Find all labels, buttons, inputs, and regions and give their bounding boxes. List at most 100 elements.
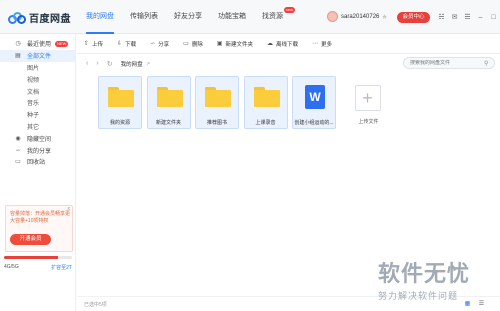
sidebar-item-label: 全部文件 [27,54,52,61]
open-vip-button[interactable]: 开通会员 [10,234,51,245]
main-nav: 我的网盘 传输列表 好友分享 功能宝箱 找资源 new [78,0,295,34]
top-bar: 百度网盘 我的网盘 传输列表 好友分享 功能宝箱 找资源 new sara2014… [0,0,500,34]
download-icon: ⇩ [117,41,123,47]
user-info[interactable]: sara20140726 ★ [327,11,388,22]
word-doc-icon: W [305,85,325,109]
storage-used-text: 4G/5G [4,264,19,270]
vip-center-button[interactable]: 会员中心 [397,12,430,23]
nav-label: 我的网盘 [86,13,114,20]
sidebar-item-my-shares[interactable]: ∽ 我的分享 [0,144,75,156]
nav-toolbox[interactable]: 功能宝箱 [210,0,254,34]
upload-file-tile[interactable]: + 上传文件 [347,76,391,129]
offline-download-button[interactable]: ☁ 离线下载 [267,40,298,48]
file-item[interactable]: W 创建小组运动的... [292,76,336,129]
sidebar-item-music[interactable]: 音乐 [0,97,75,109]
vip-promo-card: x 容量掉落：开通会员畅享更大容量+10项特权 开通会员 [5,205,73,252]
new-badge: NEW [55,40,69,47]
search-icon[interactable]: ⚲ [484,60,488,67]
list-view-icon[interactable]: ☰ [477,300,486,308]
cloud-logo-icon [8,11,26,24]
upload-button[interactable]: ⇧ 上传 [84,40,103,48]
more-icon: ⋯ [312,41,319,47]
sidebar-item-label: 图片 [27,65,40,72]
sidebar-item-label: 视频 [27,77,40,84]
nav-transfer-list[interactable]: 传输列表 [122,0,166,34]
forward-icon[interactable]: › [96,60,98,67]
button-label: 上传 [92,41,104,48]
nav-label: 找资源 [262,13,283,20]
toolbar: ⇧ 上传 ⇩ 下载 ∽ 分享 ▭ 删除 ▣ 新建文件夹 ☁ 离线下载 ⋯ 更多 [77,34,500,54]
search-input[interactable] [410,60,484,66]
sidebar-item-videos[interactable]: 视频 [0,73,75,85]
plus-icon: + [354,85,381,111]
sidebar-item-label: 其它 [27,124,40,131]
watermark-subtitle: 努力解决软件问题 [378,292,459,302]
folder-icon [156,87,183,107]
button-label: 下载 [125,41,137,48]
more-button[interactable]: ⋯ 更多 [312,40,332,48]
folder-icon [253,87,280,107]
nav-find-resources[interactable]: 找资源 new [254,0,295,34]
expand-storage-link[interactable]: 扩容至2T [51,264,72,271]
file-icon: ▤ [15,53,21,60]
mail-icon[interactable]: ✉ [449,12,460,23]
path-bar: ‹ › ↻ 我的网盘 > ⚲ [77,55,500,72]
avatar[interactable] [327,11,338,22]
watermark-title: 软件无忧 [378,262,471,287]
file-item[interactable]: 上课录音 [243,76,288,129]
file-item[interactable]: 推荐图书 [195,76,239,129]
nav-label: 功能宝箱 [218,13,246,20]
nav-friend-share[interactable]: 好友分享 [166,0,210,34]
upload-file-label: 上传文件 [358,119,379,125]
storage-bar [4,256,72,259]
new-badge: new [283,7,295,13]
app-name: 百度网盘 [29,14,71,25]
file-name: 推荐图书 [206,120,227,126]
file-item[interactable]: 新建文件夹 [146,76,191,129]
sidebar-item-all-files[interactable]: ▤ 全部文件 [0,49,75,62]
folder-plus-icon: ▣ [216,41,223,47]
minimize-icon[interactable]: – [475,12,486,23]
app-logo[interactable]: 百度网盘 [8,10,71,25]
menu-icon[interactable]: ☰ [462,12,473,23]
breadcrumb-separator: > [146,60,150,67]
share-icon: ∽ [15,147,21,154]
sidebar-item-label: 隐藏空间 [27,136,52,143]
button-label: 离线下载 [276,41,299,48]
sidebar-item-label: 最近使用 [27,42,52,49]
file-item[interactable]: 我的资源 [98,76,142,129]
refresh-icon[interactable]: ↻ [107,60,113,68]
new-folder-button[interactable]: ▣ 新建文件夹 [217,40,253,48]
button-label: 更多 [321,41,333,48]
sidebar-item-documents[interactable]: 文档 [0,85,75,97]
sidebar-item-images[interactable]: 图片 [0,62,75,74]
folder-icon [205,87,231,107]
window-controls: ☵ ✉ ☰ – □ ✕ [436,12,500,23]
sidebar-item-hidden-space[interactable]: ◉ 隐藏空间 [0,132,75,144]
file-grid: 我的资源 新建文件夹 推荐图书 上课录音 W 创建小组运动的... + 上传文件 [98,76,391,129]
sidebar-item-torrents[interactable]: 种子 [0,109,75,121]
maximize-icon[interactable]: □ [488,12,499,23]
sidebar-item-other[interactable]: 其它 [0,121,75,133]
upload-icon: ⇧ [84,41,90,47]
vip-star-icon: ★ [381,13,388,21]
sidebar-item-label: 种子 [27,113,40,120]
file-name: 我的资源 [109,120,130,126]
download-button[interactable]: ⇩ 下载 [117,40,136,48]
nav-my-disk[interactable]: 我的网盘 [78,0,122,34]
file-name: 上课录音 [255,120,276,126]
back-icon[interactable]: ‹ [86,60,88,67]
lock-icon: ◉ [15,135,21,142]
selection-status: 已选中5项 [84,301,107,308]
sidebar-item-recycle-bin[interactable]: ▭ 回收站 [0,156,75,168]
shirt-icon[interactable]: ☵ [436,12,447,23]
sidebar-item-label: 回收站 [27,160,46,167]
sidebar-item-recent[interactable]: ◷ 最近使用 NEW [0,38,75,50]
trash-icon: ▭ [15,159,21,166]
share-button[interactable]: ∽ 分享 [150,40,169,48]
nav-label: 好友分享 [174,13,202,20]
delete-button[interactable]: ▭ 删除 [183,40,203,48]
file-name: 创建小组运动的... [294,120,334,126]
sidebar-item-label: 我的分享 [27,148,52,155]
breadcrumb[interactable]: 我的网盘 [121,60,143,68]
